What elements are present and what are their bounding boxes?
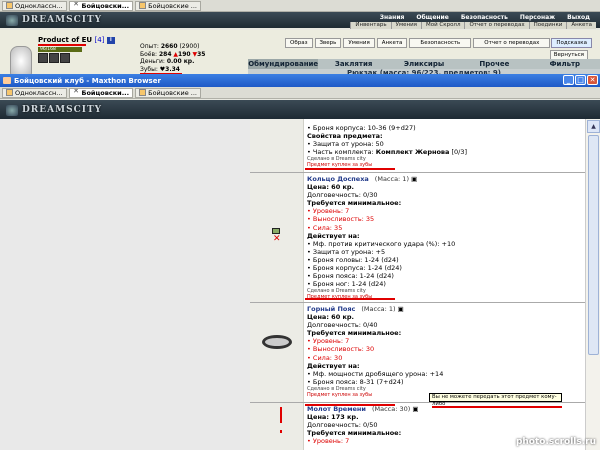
security-button[interactable]: Безопасность xyxy=(409,38,472,48)
browser-tabbar-bottom: Одноклассн... ✕ Бойцовски... Бойцовские .… xyxy=(0,87,600,99)
tab-elixirs[interactable]: Эликсиры xyxy=(389,59,459,69)
subnav-skills[interactable]: Умения xyxy=(390,22,421,29)
item-icon-cell xyxy=(250,403,304,450)
hero-buttons: Образ Зверь Умения Анкета Безопасность О… xyxy=(285,38,552,48)
help-button[interactable]: Подсказка xyxy=(551,38,592,48)
red-underline xyxy=(432,406,562,408)
subnav-battles[interactable]: Поединки xyxy=(528,22,567,29)
inventory-tabs: Обмундирование Заклятия Эликсиры Прочее … xyxy=(248,59,600,69)
red-underline xyxy=(305,168,395,170)
close-icon[interactable]: ✕ xyxy=(587,75,598,85)
scroll-thumb[interactable] xyxy=(588,135,599,355)
list-item: Горный Пояс (Масса: 1) ▣ Цена: 60 кр. Дол… xyxy=(250,303,585,403)
equipment-slots xyxy=(38,53,71,63)
red-underline xyxy=(38,44,86,46)
subnav-inventory[interactable]: Инвентарь xyxy=(350,22,390,29)
red-underline xyxy=(305,298,395,300)
maximize-icon[interactable]: □ xyxy=(575,75,586,85)
hp-bar: 96/168 xyxy=(38,47,82,52)
item-title[interactable]: Горный Пояс xyxy=(307,305,355,313)
site-header-2: DREAMSCITY xyxy=(0,100,600,119)
tab-spells[interactable]: Заклятия xyxy=(318,59,388,69)
browser-tab-2[interactable]: ✕ Бойцовски... xyxy=(68,87,134,98)
window-titlebar: Бойцовский клуб - Maxthon Browser _ □ ✕ xyxy=(0,74,600,87)
red-underline xyxy=(305,404,395,406)
red-mark xyxy=(280,407,282,423)
red-mark xyxy=(280,430,282,433)
item-icon-cell xyxy=(250,119,304,172)
sub-nav: Инвентарь Умения Мой Скролл Отчет о пере… xyxy=(350,22,596,29)
swords-icon: ✕ xyxy=(72,0,80,9)
subnav-profile[interactable]: Анкета xyxy=(566,22,596,29)
minimize-icon[interactable]: _ xyxy=(563,75,574,85)
info-badge-icon[interactable]: i xyxy=(106,36,115,44)
page-icon xyxy=(139,89,147,96)
slot-icon[interactable] xyxy=(38,53,48,63)
image-button[interactable]: Образ xyxy=(285,38,313,48)
nav-security[interactable]: Безопасность xyxy=(455,14,514,21)
transfers-button[interactable]: Отчет о переводах xyxy=(473,38,551,48)
page-icon xyxy=(6,89,13,96)
item-info-icon[interactable]: ▣ xyxy=(411,175,417,183)
browser-tab-3[interactable]: Бойцовские ... xyxy=(135,0,201,11)
slot-icon[interactable] xyxy=(60,53,70,63)
slot-icon[interactable] xyxy=(49,53,59,63)
site-header: DREAMSCITY Знания Общение Безопасность П… xyxy=(0,12,600,29)
scroll-up-icon[interactable]: ▲ xyxy=(587,120,600,133)
profile-button[interactable]: Анкета xyxy=(376,38,408,48)
scrollbar[interactable]: ▲ xyxy=(585,119,600,450)
nav-exit[interactable]: Выход xyxy=(561,14,596,21)
subnav-scroll[interactable]: Мой Скролл xyxy=(420,22,464,29)
left-pane xyxy=(0,119,250,450)
hero-name: Product of EU [4] i xyxy=(38,36,115,44)
browser-tab-1[interactable]: Одноклассн... xyxy=(2,87,67,98)
site-logo: DREAMSCITY xyxy=(0,15,102,26)
item-icon-cell: ✕ xyxy=(250,173,304,302)
browser-tabbar-top: Одноклассн... ✕ Бойцовски... Бойцовские .… xyxy=(0,0,600,12)
swords-icon: ✕ xyxy=(72,87,80,96)
page-icon xyxy=(139,2,147,9)
browser-tab-2[interactable]: ✕ Бойцовски... xyxy=(68,0,134,11)
tooltip: Вы не можете передать этот предмет кому-… xyxy=(429,393,562,407)
list-item: • Броня корпуса: 10-36 (9+d27) Свойства … xyxy=(250,119,585,173)
page-icon xyxy=(6,2,13,9)
hero-stats: Опыт: 2660 (2900) Боёв: 284 ▲190 ▼35 Ден… xyxy=(140,43,206,73)
watermark: photo.scrolls.ru xyxy=(515,437,596,447)
nav-character[interactable]: Персонаж xyxy=(514,14,561,21)
belt-icon[interactable] xyxy=(262,335,292,349)
window-controls: _ □ ✕ xyxy=(562,75,598,85)
nav-communication[interactable]: Общение xyxy=(410,14,454,21)
tab-equipment[interactable]: Обмундирование xyxy=(248,59,319,69)
browser-tab-3[interactable]: Бойцовские ... xyxy=(135,87,201,98)
delete-icon[interactable]: ✕ xyxy=(273,234,281,244)
item-info-icon[interactable]: ▣ xyxy=(412,405,418,413)
site-logo: DREAMSCITY xyxy=(0,104,102,116)
tab-other[interactable]: Прочее xyxy=(459,59,529,69)
tab-filter[interactable]: Фильтр xyxy=(530,59,600,69)
beast-button[interactable]: Зверь xyxy=(314,38,342,48)
item-title[interactable]: Кольцо Доспеха xyxy=(307,175,369,183)
browser-tab-1[interactable]: Одноклассн... xyxy=(2,0,67,11)
nav-knowledge[interactable]: Знания xyxy=(374,14,411,21)
item-title[interactable]: Молот Времени xyxy=(307,405,366,413)
avatar[interactable] xyxy=(10,46,32,76)
main-nav: Знания Общение Безопасность Персонаж Вых… xyxy=(374,14,596,21)
item-info-icon[interactable]: ▣ xyxy=(398,305,404,313)
skills-button[interactable]: Умения xyxy=(343,38,375,48)
list-item: ✕ Кольцо Доспеха (Масса: 1) ▣ Цена: 60 кр… xyxy=(250,173,585,303)
window-title: Бойцовский клуб - Maxthon Browser xyxy=(14,76,161,85)
item-icon-cell xyxy=(250,303,304,402)
subnav-transfers[interactable]: Отчет о переводах xyxy=(464,22,528,29)
